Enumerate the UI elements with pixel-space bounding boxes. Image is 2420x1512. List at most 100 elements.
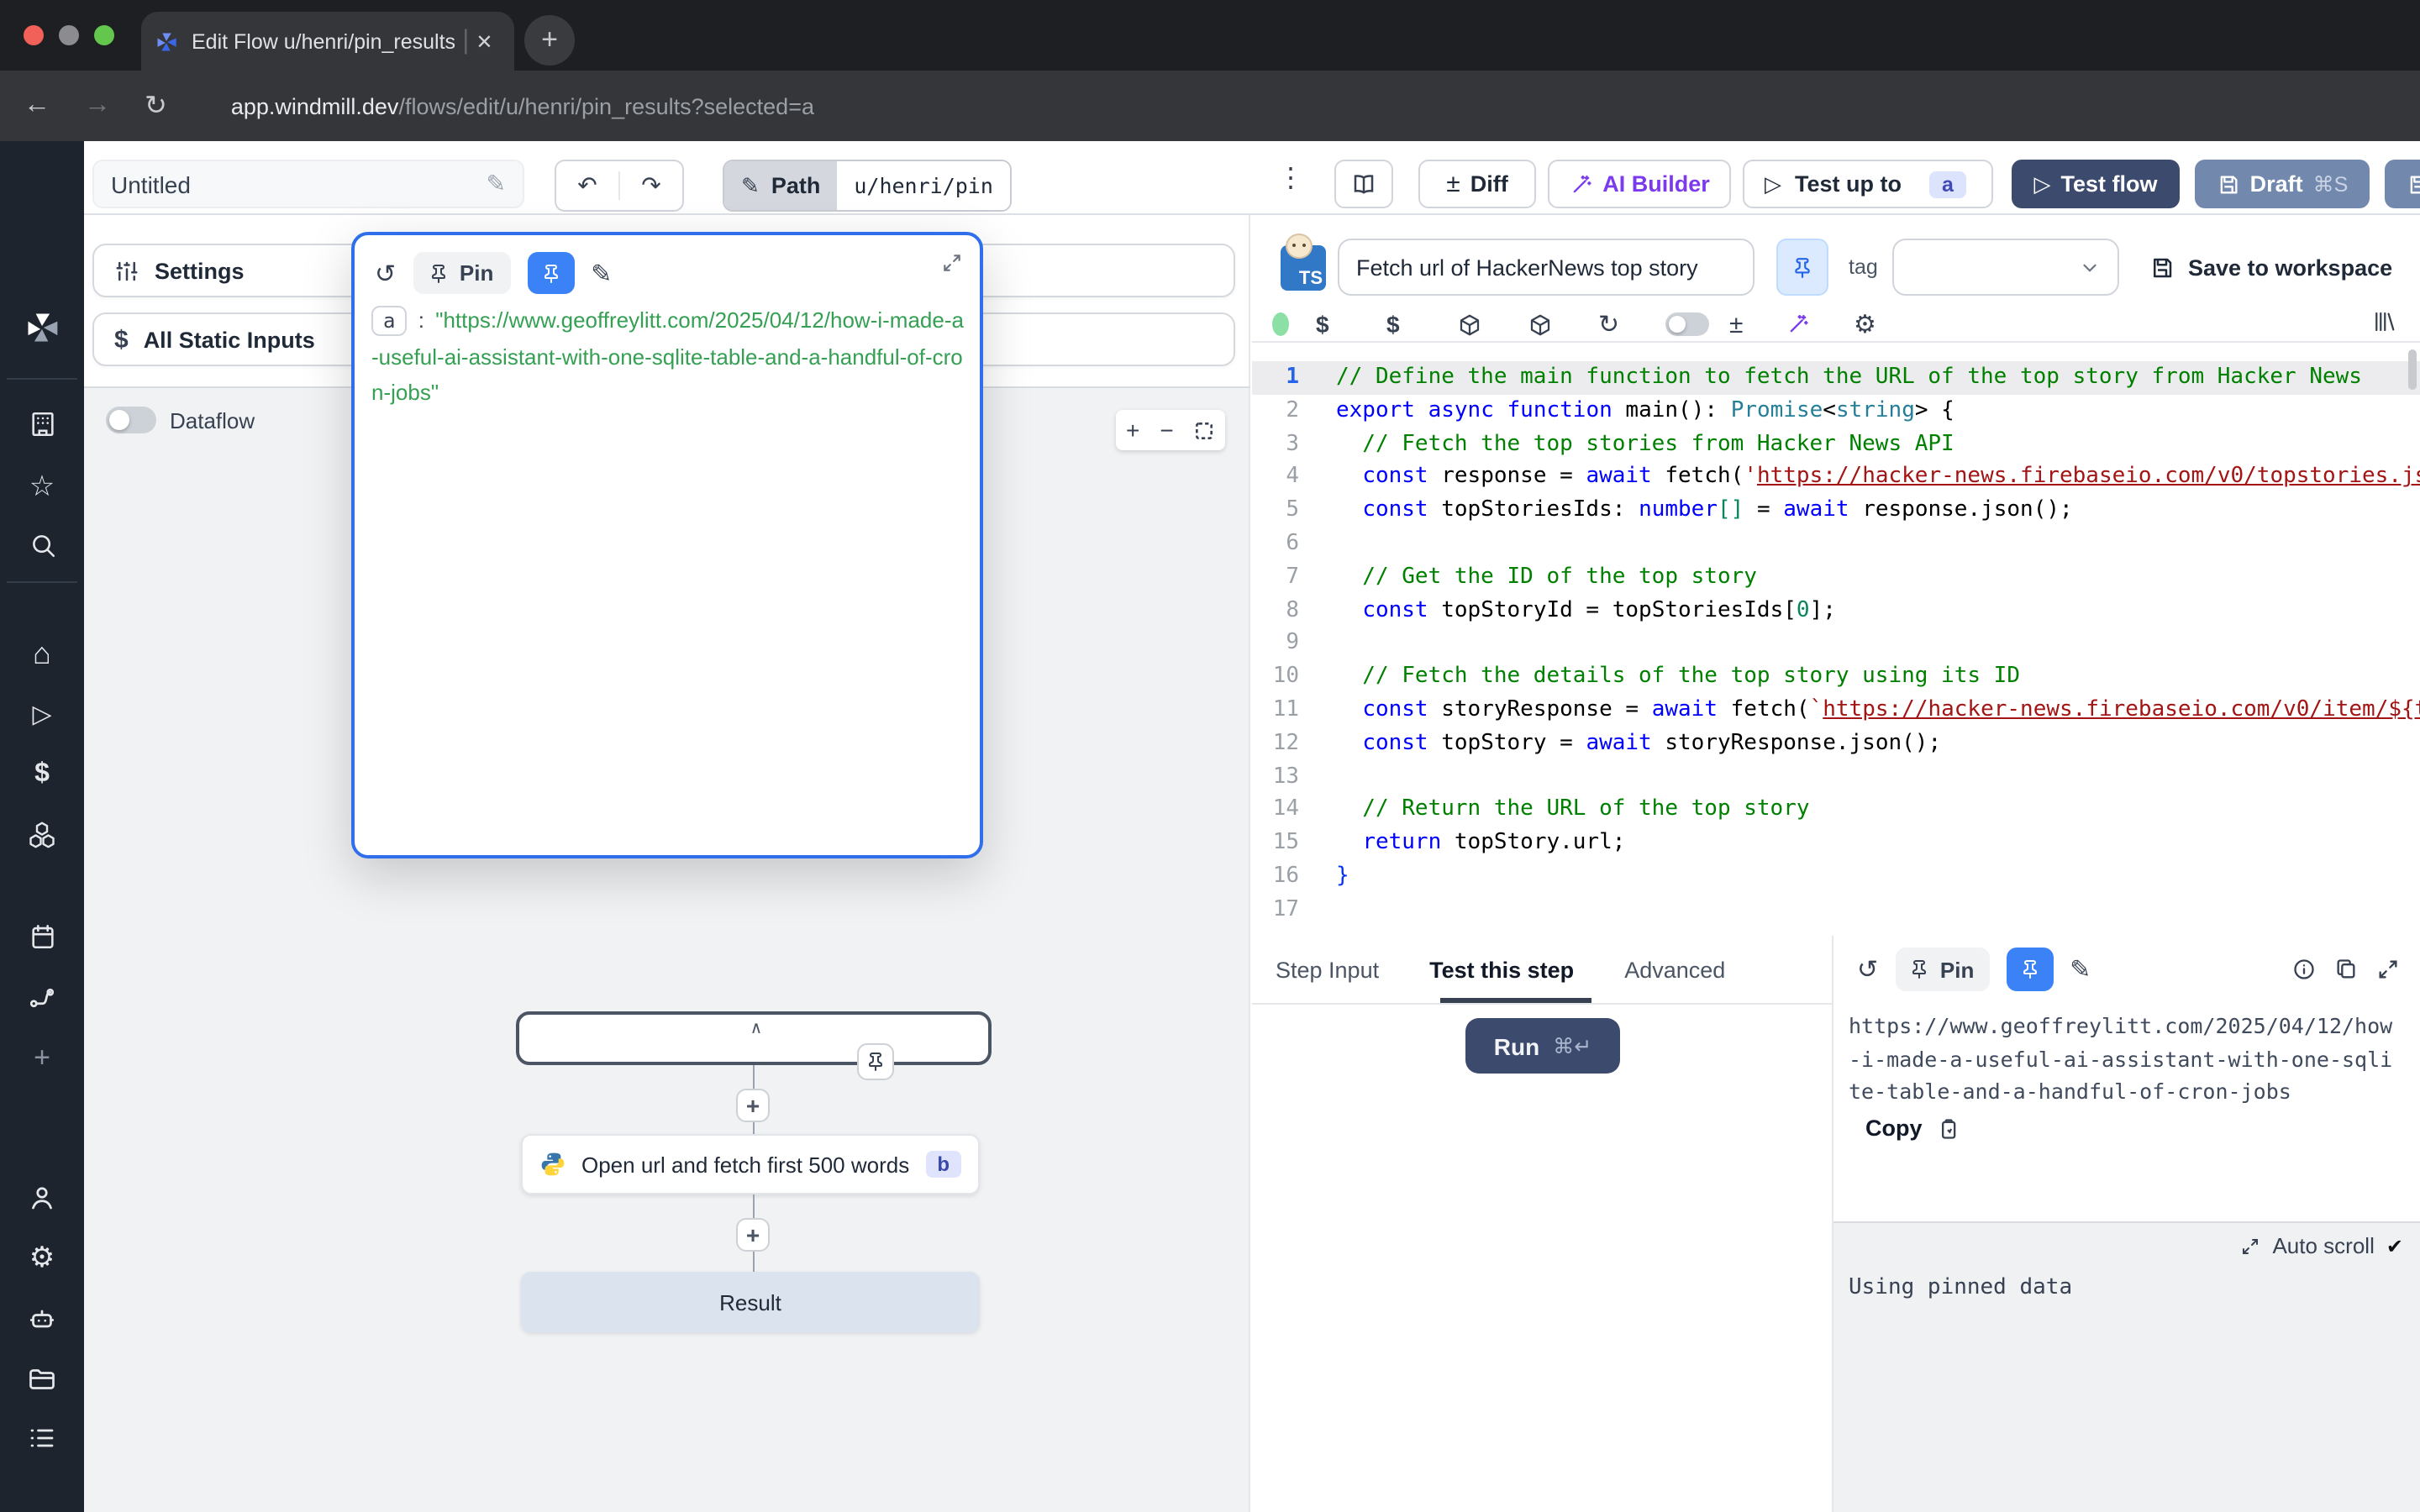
tab-advanced[interactable]: Advanced <box>1624 957 1725 982</box>
code-line[interactable]: 17 <box>1252 894 2420 927</box>
docs-book-button[interactable] <box>1334 160 1393 208</box>
editor-scrollbar[interactable] <box>2408 349 2417 390</box>
resources-dollar-icon[interactable]: $ <box>1386 311 1457 338</box>
code-line[interactable]: 5 const topStoriesIds: number[] = await … <box>1252 494 2420 528</box>
add-step-button[interactable]: + <box>736 1089 770 1122</box>
code-line[interactable]: 1// Define the main function to fetch th… <box>1252 361 2420 395</box>
code-line[interactable]: 15 return topStory.url; <box>1252 827 2420 860</box>
close-window-button[interactable] <box>24 25 44 45</box>
code-editor[interactable]: 1// Define the main function to fetch th… <box>1252 343 2420 936</box>
code-line[interactable]: 14 // Return the URL of the top story <box>1252 794 2420 827</box>
pin-tab-button[interactable]: Pin <box>1895 948 1989 991</box>
code-line[interactable]: 12 const topStory = await storyResponse.… <box>1252 727 2420 761</box>
variables-dollar-icon[interactable]: $ <box>1316 311 1386 338</box>
tag-select[interactable] <box>1892 239 2119 296</box>
favorites-star-icon[interactable]: ☆ <box>0 470 84 504</box>
diff-icon[interactable]: ± <box>1729 310 1786 339</box>
code-line[interactable]: 3 // Fetch the top stories from Hacker N… <box>1252 428 2420 461</box>
fit-view-icon[interactable] <box>1194 419 1216 441</box>
search-icon[interactable] <box>0 531 84 559</box>
copy-result-icon[interactable] <box>2334 958 2358 981</box>
package-icon[interactable] <box>1528 312 1598 337</box>
test-up-to-step-badge[interactable]: a <box>1928 171 1967 197</box>
folder-icon[interactable] <box>0 1364 84 1394</box>
user-icon[interactable] <box>0 1183 84 1213</box>
diff-button[interactable]: ± Diff <box>1418 160 1536 208</box>
tab-step-input[interactable]: Step Input <box>1276 957 1379 982</box>
copy-button[interactable]: Copy <box>1865 1116 1960 1141</box>
node-a-pin-badge[interactable] <box>857 1043 894 1080</box>
code-line[interactable]: 10 // Fetch the details of the top story… <box>1252 660 2420 694</box>
reload-icon[interactable]: ↻ <box>145 89 167 123</box>
collapse-chevron[interactable]: ∧ <box>734 1020 778 1043</box>
test-up-to-button[interactable]: ▷ Test up to a <box>1743 160 1993 208</box>
redo-icon[interactable]: ↷ <box>620 171 682 200</box>
add-step-button[interactable]: + <box>736 1218 770 1252</box>
step-name-input[interactable]: Fetch url of HackerNews top story <box>1338 239 1754 296</box>
tab-close-icon[interactable]: ✕ <box>476 29 492 53</box>
browser-tab[interactable]: Edit Flow u/henri/pin_results | ✕ <box>141 12 514 71</box>
url-text[interactable]: app.windmill.dev/flows/edit/u/henri/pin_… <box>231 93 814 118</box>
edit-name-pencil-icon[interactable]: ✎ <box>487 170 506 198</box>
dataflow-toggle[interactable] <box>106 407 156 433</box>
edit-pencil-icon[interactable]: ✎ <box>2070 954 2091 984</box>
list-icon[interactable] <box>0 1423 84 1453</box>
workspace-building-icon[interactable] <box>0 410 84 438</box>
code-line[interactable]: 8 const topStoryId = topStoriesIds[0]; <box>1252 594 2420 627</box>
tab-test-this-step[interactable]: Test this step <box>1429 957 1574 982</box>
windmill-logo-icon[interactable] <box>0 309 84 346</box>
runs-play-icon[interactable]: ▷ <box>0 699 84 729</box>
deploy-button[interactable]: Deploy <box>2385 160 2420 208</box>
info-icon[interactable] <box>2292 958 2316 981</box>
zoom-in-icon[interactable]: + <box>1126 417 1139 444</box>
arg-key-chip[interactable]: a <box>371 306 407 336</box>
edit-pencil-icon[interactable]: ✎ <box>591 258 612 288</box>
routes-icon[interactable] <box>0 983 84 1013</box>
history-icon[interactable]: ↺ <box>375 258 396 288</box>
home-icon[interactable]: ⌂ <box>0 637 84 672</box>
undo-icon[interactable]: ↶ <box>556 171 620 200</box>
variables-dollar-icon[interactable]: $ <box>0 759 84 790</box>
code-line[interactable]: 6 <box>1252 528 2420 561</box>
history-icon[interactable]: ↺ <box>1857 954 1878 984</box>
code-line[interactable]: 2export async function main(): Promise<s… <box>1252 395 2420 428</box>
minimize-window-button[interactable] <box>59 25 79 45</box>
code-line[interactable]: 16} <box>1252 860 2420 894</box>
more-options-kebab-icon[interactable]: ⋮ <box>1277 161 1304 195</box>
resources-cubes-icon[interactable] <box>0 820 84 850</box>
editor-settings-gear-icon[interactable]: ⚙ <box>1854 309 1876 339</box>
ai-builder-button[interactable]: AI Builder <box>1548 160 1731 208</box>
code-line[interactable]: 13 <box>1252 760 2420 794</box>
auto-scroll-control[interactable]: Auto scroll ✔ <box>2240 1233 2403 1258</box>
code-line[interactable]: 7 // Get the ID of the top story <box>1252 561 2420 595</box>
editor-toggle[interactable] <box>1665 312 1709 336</box>
flow-result-node[interactable]: Result <box>521 1272 980 1332</box>
zoom-out-icon[interactable]: − <box>1160 417 1173 444</box>
library-icon[interactable] <box>2371 309 2396 334</box>
expand-popup-icon[interactable] <box>941 252 963 274</box>
pinned-active-button[interactable] <box>2006 948 2053 991</box>
code-line[interactable]: 4 const response = await fetch('https://… <box>1252 461 2420 495</box>
ai-wand-icon[interactable] <box>1786 312 1854 336</box>
flow-node-b[interactable]: Open url and fetch first 500 words of ..… <box>521 1134 980 1194</box>
robot-icon[interactable] <box>0 1304 84 1334</box>
new-tab-button[interactable]: + <box>524 15 575 66</box>
save-to-workspace-button[interactable]: Save to workspace <box>2149 239 2392 296</box>
maximize-window-button[interactable] <box>94 25 114 45</box>
draft-button[interactable]: Draft ⌘S <box>2195 160 2370 208</box>
pinned-result-value[interactable]: https://www.geoffreylitt.com/2025/04/12/… <box>1849 1010 2403 1108</box>
step-pin-button[interactable] <box>1776 239 1828 296</box>
forward-icon[interactable]: → <box>84 91 111 121</box>
pin-tab-button[interactable]: Pin <box>413 252 510 294</box>
path-button[interactable]: ✎ Path u/henri/pin <box>723 160 1012 212</box>
flow-name-input[interactable]: Untitled ✎ <box>92 160 524 208</box>
schedules-calendar-icon[interactable] <box>0 922 84 951</box>
back-icon[interactable]: ← <box>24 91 50 121</box>
settings-gear-icon[interactable]: ⚙ <box>0 1242 84 1275</box>
test-flow-button[interactable]: ▷ Test flow <box>2012 160 2180 208</box>
code-line[interactable]: 11 const storyResponse = await fetch(`ht… <box>1252 694 2420 727</box>
package-icon[interactable] <box>1457 312 1528 337</box>
run-button[interactable]: Run ⌘↵ <box>1465 1018 1620 1074</box>
pinned-active-button[interactable] <box>527 252 574 294</box>
reload-icon[interactable]: ↻ <box>1598 309 1665 339</box>
